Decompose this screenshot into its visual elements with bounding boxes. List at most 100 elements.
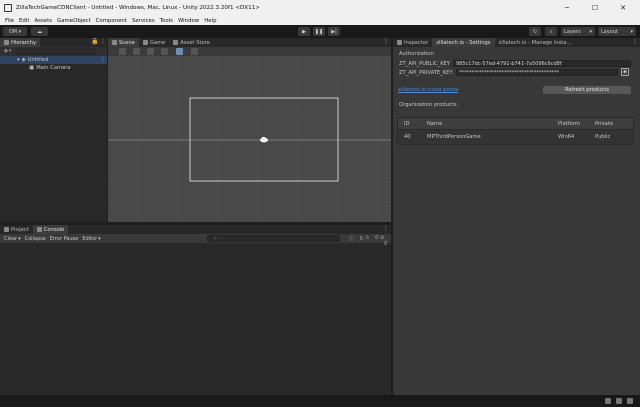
- tab-inspector[interactable]: Inspector: [393, 38, 432, 47]
- menu-bar: File Edit Assets GameObject Component Se…: [0, 16, 640, 25]
- title-bar: ZillaTechGameCDNClient - Untitled - Wind…: [0, 0, 640, 16]
- cloud-portal-link[interactable]: zillatech.io cloud portal: [398, 87, 458, 93]
- more-options-icon[interactable]: ⋮: [100, 38, 106, 45]
- layout-label: Layout: [601, 28, 618, 35]
- tab-zillatech-settings-label: zillatech.io - Settings: [436, 39, 491, 46]
- refresh-products-button[interactable]: Refresh products: [543, 86, 631, 94]
- tab-zillatech-settings[interactable]: zillatech.io - Settings: [432, 38, 495, 47]
- warning-count-toggle[interactable]: ⚠ 0: [365, 235, 378, 241]
- scene-options-icon[interactable]: ⋮: [100, 56, 106, 63]
- history-button[interactable]: ↻: [529, 27, 541, 36]
- tab-console[interactable]: Console: [32, 225, 69, 234]
- scene-viewport[interactable]: [108, 56, 391, 222]
- step-icon: ▶|: [331, 28, 337, 35]
- console-toolbar: Clear ▾ Collapse Error Pause Editor ▾ ⌕ …: [0, 234, 391, 247]
- menu-tools[interactable]: Tools: [160, 18, 173, 24]
- menu-gameobject[interactable]: GameObject: [57, 18, 91, 24]
- notifications-icon[interactable]: [627, 398, 633, 404]
- products-table-header: ID Name Platform Private: [398, 118, 633, 130]
- menu-file[interactable]: File: [5, 18, 14, 24]
- lock-icon[interactable]: 🔒: [91, 38, 98, 45]
- column-private: Private: [595, 121, 614, 127]
- tab-hierarchy-label: Hierarchy: [11, 39, 37, 46]
- chevron-down-icon: ▾: [17, 57, 20, 63]
- private-key-label: ZT_API_PRIVATE_KEY: [399, 70, 453, 76]
- rect-tool-icon[interactable]: [176, 48, 183, 55]
- menu-help[interactable]: Help: [204, 18, 216, 24]
- collapse-button[interactable]: Collapse: [25, 236, 46, 242]
- list-icon: [4, 40, 9, 45]
- transform-tool-icon[interactable]: [191, 48, 198, 55]
- warning-count: 0: [375, 235, 379, 241]
- more-options-icon[interactable]: ⋮: [632, 38, 638, 45]
- public-key-field[interactable]: 985c17dc-57ed-4791-b741-7a5096c6cd8f: [453, 60, 631, 67]
- error-pause-button[interactable]: Error Pause: [50, 236, 78, 242]
- tab-scene[interactable]: Scene: [108, 38, 139, 47]
- column-platform: Platform: [558, 121, 580, 127]
- chevron-down-icon[interactable]: ▾: [9, 48, 12, 54]
- hierarchy-toolbar: + ▾: [0, 47, 107, 56]
- tab-project[interactable]: Project: [0, 225, 33, 234]
- menu-edit[interactable]: Edit: [19, 18, 29, 24]
- info-count: 0: [359, 236, 363, 242]
- eye-toggle-icon[interactable]: ◉: [621, 68, 629, 76]
- tab-inspector-label: Inspector: [404, 39, 429, 46]
- private-key-field[interactable]: ****************************************: [456, 69, 618, 76]
- menu-window[interactable]: Window: [178, 18, 199, 24]
- menu-assets[interactable]: Assets: [34, 18, 52, 24]
- console-search-input[interactable]: ⌕: [207, 235, 340, 242]
- table-row[interactable]: 40 MPThirdPersonGame Win64 Public: [398, 130, 633, 144]
- more-options-icon[interactable]: ⋮: [383, 225, 389, 232]
- tab-asset-store[interactable]: Asset Store: [169, 38, 214, 47]
- info-icon: [397, 40, 402, 45]
- play-button[interactable]: ▶: [298, 27, 310, 36]
- scene-tab-icon: [112, 40, 117, 45]
- pause-icon: ❚❚: [314, 28, 324, 35]
- hand-tool-icon[interactable]: [119, 48, 126, 55]
- bug-icon[interactable]: [616, 398, 622, 404]
- row-id: 40: [404, 134, 411, 140]
- maximize-button[interactable]: ☐: [582, 0, 608, 16]
- error-count: 0: [384, 241, 388, 247]
- camera-icon: ▣: [29, 65, 35, 71]
- editor-dropdown[interactable]: Editor: [82, 236, 97, 242]
- more-options-icon[interactable]: ⋮: [383, 38, 389, 45]
- tab-hierarchy[interactable]: Hierarchy: [0, 38, 41, 47]
- tab-game[interactable]: Game: [139, 38, 169, 47]
- account-label: OM: [8, 28, 18, 35]
- info-count-toggle[interactable]: ⓘ 0: [349, 235, 363, 242]
- error-count-toggle[interactable]: ⊘ 0: [380, 235, 391, 247]
- tab-scene-label: Scene: [119, 39, 135, 46]
- tab-asset-store-label: Asset Store: [180, 39, 210, 46]
- scene-tabs: Scene Game Asset Store: [108, 38, 391, 47]
- unity-logo-icon: [4, 4, 12, 12]
- menu-services[interactable]: Services: [132, 18, 155, 24]
- chevron-down-icon: ▾: [630, 28, 633, 35]
- camera-gizmo-icon[interactable]: [260, 137, 268, 143]
- scene-row[interactable]: ▾ ◈ Untitled: [17, 57, 48, 63]
- hierarchy-search-input[interactable]: [16, 48, 96, 55]
- cloud-button[interactable]: ☁: [31, 27, 48, 36]
- scale-tool-icon[interactable]: [161, 48, 168, 55]
- pause-button[interactable]: ❚❚: [313, 27, 325, 36]
- chevron-down-icon[interactable]: ▾: [98, 236, 101, 242]
- layers-label: Layers: [564, 28, 581, 35]
- minimize-button[interactable]: ─: [554, 0, 580, 16]
- account-dropdown[interactable]: OM ▾: [3, 27, 27, 36]
- rotate-tool-icon[interactable]: [147, 48, 154, 55]
- menu-component[interactable]: Component: [96, 18, 127, 24]
- clear-button[interactable]: Clear: [4, 236, 17, 242]
- chevron-down-icon[interactable]: ▾: [18, 236, 21, 242]
- row-name: MPThirdPersonGame: [427, 134, 481, 140]
- add-icon[interactable]: +: [3, 47, 9, 55]
- step-button[interactable]: ▶|: [328, 27, 340, 36]
- layout-dropdown[interactable]: Layout ▾: [598, 27, 636, 36]
- move-tool-icon[interactable]: [133, 48, 140, 55]
- unity-scene-icon: ◈: [21, 57, 26, 63]
- search-button[interactable]: ⌕: [545, 27, 557, 36]
- main-camera-row[interactable]: ▣ Main Camera: [29, 65, 71, 71]
- close-button[interactable]: ✕: [610, 0, 636, 16]
- collab-icon[interactable]: [605, 398, 611, 404]
- layers-dropdown[interactable]: Layers ▾: [561, 27, 595, 36]
- tab-zillatech-manage[interactable]: zillatech.io - Manage insta...: [495, 38, 576, 47]
